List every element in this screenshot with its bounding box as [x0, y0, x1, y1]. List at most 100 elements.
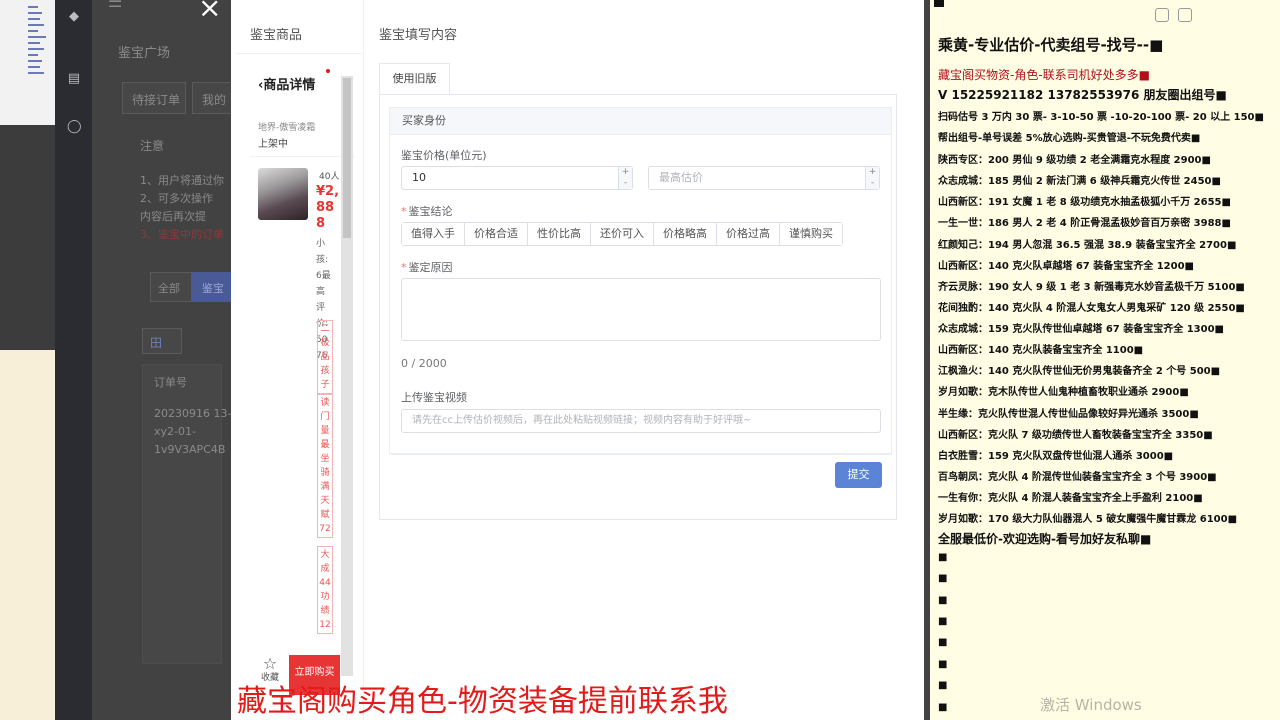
notepad-line: 花间独酌：140 克火队 4 阶混人女鬼女人男鬼采矿 120 级 2550■ [938, 303, 1245, 314]
reason-label: * 鉴定原因 [401, 261, 453, 274]
user-icon[interactable]: ◯ [67, 120, 82, 134]
notepad-line: ■ [938, 573, 948, 584]
preview-scrollbar[interactable] [341, 76, 353, 676]
product-header: ‹商品详情 [258, 78, 316, 93]
decrement-button[interactable]: - [865, 178, 879, 189]
notepad-line: 半生缘：克火队传世混人传世仙品像较好异光通杀 3500■ [938, 409, 1199, 420]
product-tag: 二极品孩子 [317, 320, 333, 394]
product-status: 上架中 [258, 139, 288, 150]
notepad-line: 一生有你：克火队 4 阶混人装备宝宝齐全上手盈利 2100■ [938, 493, 1203, 504]
notepad-line: 齐云灵脉：190 女人 9 级 1 老 3 新强毒克水妙音孟极千万 5100■ [938, 282, 1245, 293]
notepad-line: 陕西专区：200 男仙 9 级功绩 2 老全满霜克水程度 2900■ [938, 155, 1211, 166]
reason-textarea[interactable] [401, 278, 881, 341]
column-order-no: 订单号 [154, 376, 187, 389]
modal-left-title: 鉴宝商品 [250, 28, 303, 43]
notepad-line: 白衣胜雪：159 克火队双盘传世仙混人通杀 3000■ [938, 451, 1174, 462]
document-icon[interactable]: ▤ [67, 72, 81, 86]
max-price-input[interactable]: 最高估价 [648, 166, 880, 190]
tab-use-old-version[interactable]: 使用旧版 [379, 63, 450, 94]
notepad-line: 岁月如歌：克木队传世人仙鬼种植畜牧职业通杀 2900■ [938, 387, 1189, 398]
notepad-line: 江枫渔火：140 克火队传世仙无价男鬼装备齐全 2 个号 500■ [938, 366, 1221, 377]
notepad-line: 岁月如歌：170 级大力队仙器混人 5 破女魔强牛魔甘霖龙 6100■ [938, 514, 1238, 525]
notepad-line: 众志成城：185 男仙 2 新法门满 6 级神兵霜克火传世 2450■ [938, 176, 1221, 187]
conclusion-option[interactable]: 性价比高 [528, 223, 591, 245]
notepad-line: 扫码估号 3 万内 30 票- 3-10-50 票 -10-20-100 票- … [938, 112, 1264, 123]
notepad-line: 藏宝阁买物资-角色-联系司机好处多多■ [938, 68, 1150, 82]
notepad-line: 全服最低价-欢迎选购-看号加好友私聊■ [938, 532, 1152, 546]
notepad-line: ■ [938, 595, 948, 606]
submit-button[interactable]: 提交 [835, 462, 882, 488]
notice-line: 2、可多次操作 [140, 192, 213, 205]
notepad-line: 帮出组号-单号误差 5%放心选购-买贵管退-不玩免费代卖■ [938, 133, 1201, 144]
thumbnail-window [0, 0, 55, 125]
notepad-line: ■ [938, 702, 948, 713]
product-price: ¥2,888 [316, 184, 340, 231]
notepad-line: 山西新区：191 女魔 1 老 8 级功绩克水抽孟极狐小千万 2655■ [938, 197, 1231, 208]
notepad-line: 一生一世：186 男人 2 老 4 阶正骨混孟极妙音百万亲密 3988■ [938, 218, 1231, 229]
notepad-line: ■ [938, 637, 948, 648]
logo-icon: ◆ [69, 9, 79, 24]
increment-button[interactable]: + [618, 167, 632, 178]
close-icon[interactable]: × [198, 0, 221, 22]
modal-right-title: 鉴宝填写内容 [379, 28, 458, 43]
order-cell: xy2-01- [154, 425, 196, 438]
notepad-line: ■ [938, 616, 948, 627]
notepad-line: 山西新区：140 克火队卓越塔 67 装备宝宝齐全 1200■ [938, 261, 1194, 272]
conclusion-label: * 鉴宝结论 [401, 205, 453, 218]
conclusion-segmented: 值得入手 价格合适 性价比高 还价可入 价格略高 价格过高 谨慎购买 [401, 222, 843, 246]
notepad-line: 红颜知己：194 男人忽混 36.5 强混 38.9 装备宝宝齐全 2700■ [938, 240, 1237, 251]
product-region: 地界-傲雪凌霜 [258, 123, 316, 133]
decrement-button[interactable]: - [618, 178, 632, 189]
star-icon: ☆ [262, 654, 278, 673]
conclusion-option[interactable]: 价格略高 [654, 223, 717, 245]
conclusion-option[interactable]: 价格合适 [465, 223, 528, 245]
price-input[interactable]: 10 [401, 166, 633, 190]
notification-dot [326, 69, 330, 73]
conclusion-option[interactable]: 价格过高 [717, 223, 780, 245]
conclusion-option[interactable]: 还价可入 [591, 223, 654, 245]
left-cream-panel [0, 350, 55, 720]
windows-watermark: 激活 Windows [1040, 696, 1142, 714]
page-title: 鉴宝广场 [118, 46, 171, 61]
tab-mine-label: 我的 [202, 93, 227, 107]
notepad-line: 山西新区：140 克火队装备宝宝齐全 1100■ [938, 345, 1144, 356]
filter-active-label: 鉴宝 [202, 282, 224, 295]
notepad-line: ■ [938, 659, 948, 670]
notice-title: 注意 [140, 139, 165, 153]
notice-line: 1、用户将通过你 [140, 174, 224, 187]
notepad-toolbar [930, 0, 1280, 24]
product-tag: 大成44功绩12 [317, 546, 333, 634]
window-icon[interactable] [1178, 8, 1192, 22]
reason-counter: 0 / 2000 [401, 357, 447, 370]
order-cell: 1v9V3APC4B [154, 443, 226, 456]
view-count: 40人 [319, 172, 340, 182]
price-label: 鉴宝价格(单位元) [401, 149, 487, 162]
product-preview: ‹商品详情 地界-傲雪凌霜 上架中 40人 ¥2,888 小孩:6最高评价:50… [250, 64, 355, 720]
order-cell: 20230916 13- [154, 407, 232, 420]
menu-icon[interactable]: ☰ [108, 0, 122, 11]
product-tag: 读门量最坐骑满天赋72 [317, 394, 333, 538]
notepad-line: V 15225921182 13782553976 朋友圈出组号■ [938, 88, 1227, 102]
conclusion-option[interactable]: 值得入手 [402, 223, 465, 245]
notepad-line: ■ [938, 680, 948, 691]
filter-all-label: 全部 [158, 282, 180, 295]
conclusion-option[interactable]: 谨慎购买 [780, 223, 842, 245]
notice-line-red: 3、鉴宝中的订单 [140, 228, 224, 241]
side-nav: ◆ ▤ ◯ [55, 0, 92, 720]
notepad-line: 乘黄-专业估价-代卖组号-找号--■ [938, 36, 1164, 54]
window-icon[interactable] [1155, 8, 1169, 22]
view-select-label: 田 [150, 336, 163, 350]
modal-divider [363, 0, 364, 720]
section-title: 买家身份 [390, 108, 891, 135]
avatar[interactable] [258, 168, 308, 220]
notepad-line: 百鸟朝凤：克火队 4 阶混传世仙装备宝宝齐全 3 个号 3900■ [938, 472, 1217, 483]
video-link-input[interactable]: 请先在cc上传估价视频后，再在此处粘贴视频链接；视频内容有助于好评哦~ [401, 409, 881, 433]
notepad-window: 乘黄-专业估价-代卖组号-找号--■ 藏宝阁买物资-角色-联系司机好处多多■ V 1… [930, 0, 1280, 720]
notepad-line: 众志成城：159 克火队传世仙卓越塔 67 装备宝宝齐全 1300■ [938, 324, 1224, 335]
video-subtitle: 藏宝阁购买角色-物资装备提前联系我 [237, 684, 728, 719]
notepad-line: ■ [938, 552, 948, 563]
increment-button[interactable]: + [865, 167, 879, 178]
notice-line: 内容后再次提 [140, 210, 206, 223]
tab-pending-label: 待接订单 [132, 93, 181, 107]
notepad-line: 山西新区：克火队 7 级功绩传世人畜牧装备宝宝齐全 3350■ [938, 430, 1213, 441]
